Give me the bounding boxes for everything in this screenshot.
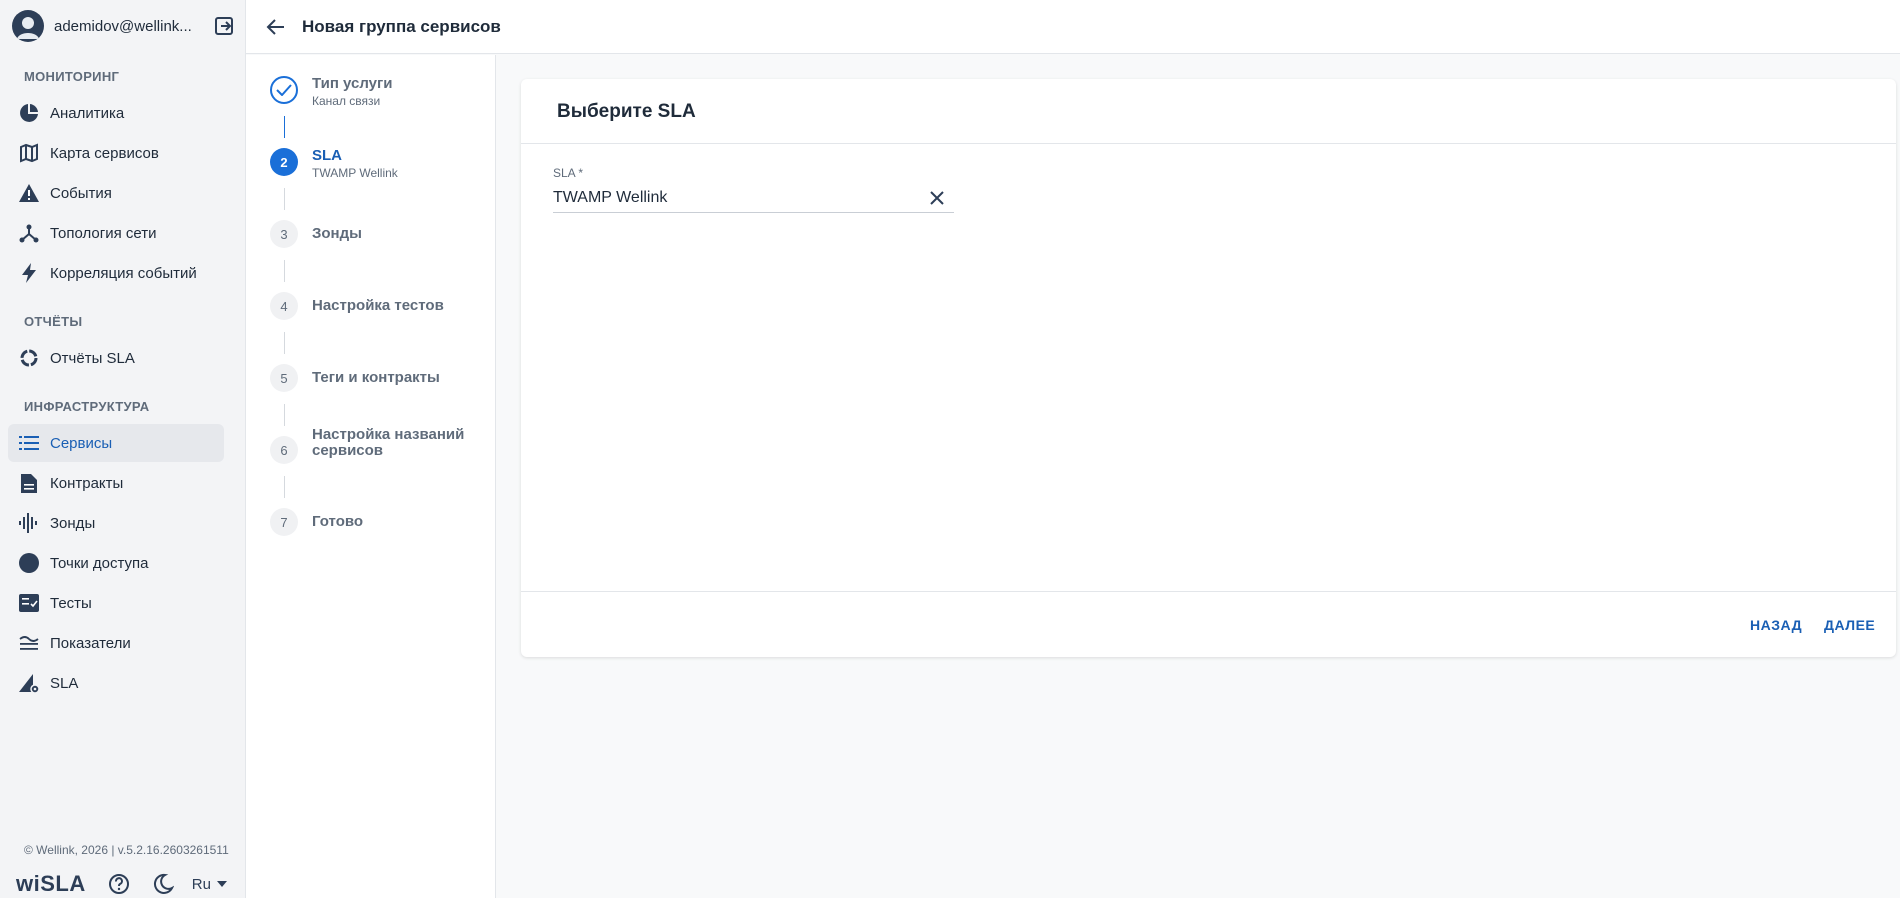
step-title: Готово: [312, 513, 364, 530]
nav-analytics[interactable]: Аналитика: [8, 94, 224, 132]
wizard-stepper: Тип услуги Канал связи 2 SLA TWAMP Welli…: [246, 55, 496, 898]
step-subtitle: TWAMP Wellink: [312, 166, 398, 180]
back-button[interactable]: НАЗАД: [1750, 617, 1802, 633]
divider: [521, 591, 1896, 592]
step-sla[interactable]: 2 SLA TWAMP Wellink: [270, 148, 398, 180]
waveform-icon: [18, 512, 40, 534]
sla-select-card: Выберите SLA SLA * TWAMP Wellink НАЗАД Д…: [521, 79, 1896, 657]
step-number: 7: [270, 508, 298, 536]
map-icon: [18, 142, 40, 164]
section-infrastructure: ИНФРАСТРУКТУРА: [24, 399, 150, 414]
step-tags-contracts[interactable]: 5 Теги и контракты: [270, 364, 440, 392]
nav-probes[interactable]: Зонды: [8, 504, 224, 542]
nav-metrics[interactable]: Показатели: [8, 624, 224, 662]
sla-settings-icon: [18, 672, 40, 694]
nav-tests[interactable]: Тесты: [8, 584, 224, 622]
step-connector: [284, 188, 285, 210]
nav-sla-reports[interactable]: Отчёты SLA: [8, 339, 224, 377]
metrics-icon: [18, 632, 40, 654]
copyright: © Wellink, 2026 | v.5.2.16.2603261511: [24, 843, 229, 857]
logout-icon[interactable]: [212, 14, 236, 38]
list-icon: [18, 432, 40, 454]
nav-contracts[interactable]: Контракты: [8, 464, 224, 502]
sla-select-field[interactable]: TWAMP Wellink: [553, 183, 954, 213]
nav-access-points[interactable]: Точки доступа: [8, 544, 224, 582]
step-number: 4: [270, 292, 298, 320]
step-connector: [284, 260, 285, 282]
step-title: Настройка тестов: [312, 297, 444, 314]
circle-icon: [18, 552, 40, 574]
step-probes[interactable]: 3 Зонды: [270, 220, 362, 248]
section-monitoring: МОНИТОРИНГ: [24, 69, 120, 84]
bottom-bar: wiSLA Ru: [16, 871, 227, 896]
donut-icon: [18, 347, 40, 369]
nav-correlation[interactable]: Корреляция событий: [8, 254, 224, 292]
sla-field-value[interactable]: TWAMP Wellink: [553, 189, 926, 207]
back-arrow-icon[interactable]: [264, 15, 288, 39]
step-title: Зонды: [312, 225, 362, 242]
next-button[interactable]: ДАЛЕЕ: [1824, 617, 1875, 633]
step-number: 2: [270, 148, 298, 176]
step-number: 3: [270, 220, 298, 248]
sidebar: ademidov@wellink... МОНИТОРИНГ Аналитика…: [0, 0, 246, 898]
step-subtitle: Канал связи: [312, 94, 381, 108]
step-title: Тип услуги: [312, 75, 393, 92]
caret-down-icon: [216, 881, 227, 887]
nav-services[interactable]: Сервисы: [8, 424, 224, 462]
clear-icon[interactable]: [926, 187, 948, 209]
step-connector: [284, 332, 285, 354]
step-title: Настройка названий сервисов: [312, 426, 465, 459]
step-connector: [284, 476, 285, 498]
topology-icon: [18, 222, 40, 244]
nav-sla[interactable]: SLA: [8, 664, 224, 702]
step-number: 5: [270, 364, 298, 392]
step-title: SLA: [312, 147, 342, 164]
sla-field-label: SLA *: [553, 166, 584, 180]
warning-icon: [18, 182, 40, 204]
step-test-settings[interactable]: 4 Настройка тестов: [270, 292, 444, 320]
user-name: ademidov@wellink...: [54, 17, 192, 35]
step-service-names[interactable]: 6 Настройка названий сервисов: [270, 427, 472, 464]
card-title: Выберите SLA: [557, 101, 696, 122]
step-service-type[interactable]: Тип услуги Канал связи: [270, 76, 393, 108]
help-icon[interactable]: [108, 873, 130, 895]
divider: [521, 143, 1896, 144]
user-row: ademidov@wellink...: [12, 10, 236, 42]
page-header: Новая группа сервисов: [246, 0, 1900, 54]
language-select[interactable]: Ru: [192, 876, 227, 893]
lightning-icon: [18, 262, 40, 284]
nav-topology[interactable]: Топология сети: [8, 214, 224, 252]
section-reports: ОТЧЁТЫ: [24, 314, 83, 329]
checklist-icon: [18, 592, 40, 614]
step-done-icon: [270, 76, 298, 104]
dark-mode-icon[interactable]: [152, 873, 174, 895]
step-done[interactable]: 7 Готово: [270, 508, 363, 536]
page-title: Новая группа сервисов: [302, 16, 501, 36]
pie-chart-icon: [18, 102, 40, 124]
step-connector: [284, 116, 285, 138]
step-connector: [284, 404, 285, 426]
step-number: 6: [270, 436, 298, 464]
step-title: Теги и контракты: [312, 369, 440, 386]
wisla-logo: wiSLA: [16, 871, 86, 896]
document-icon: [18, 472, 40, 494]
nav-service-map[interactable]: Карта сервисов: [8, 134, 224, 172]
nav-events[interactable]: События: [8, 174, 224, 212]
user-avatar[interactable]: [12, 10, 44, 42]
